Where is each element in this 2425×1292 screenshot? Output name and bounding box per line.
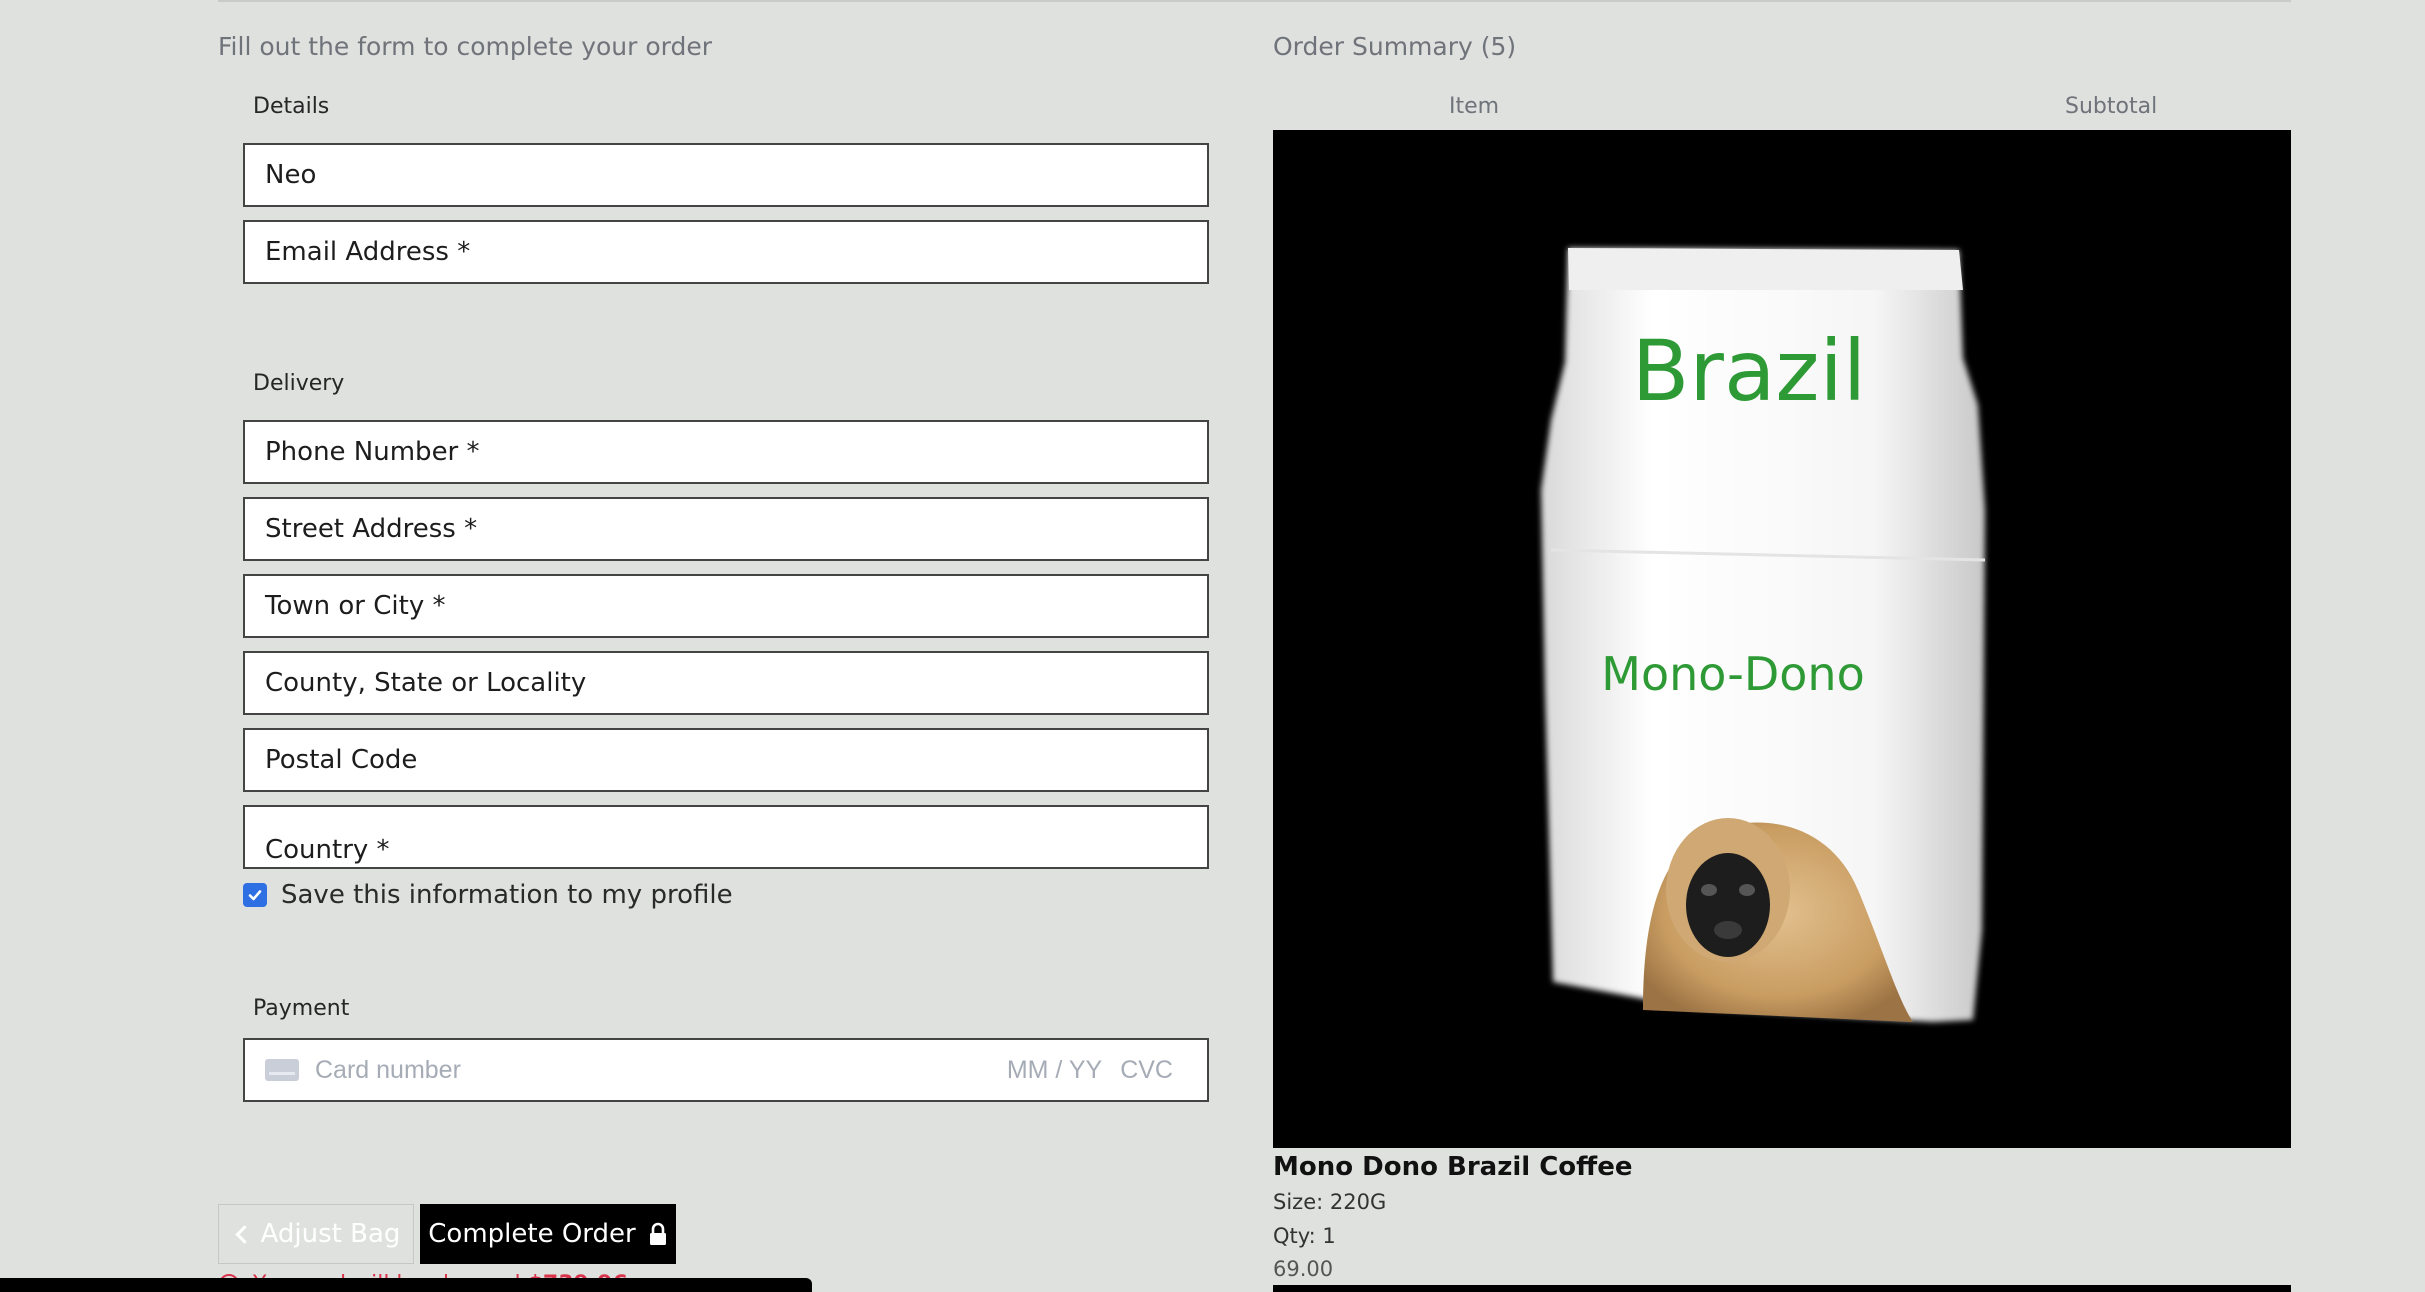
card-expiry-placeholder: MM / YY: [1006, 1055, 1103, 1084]
adjust-bag-label: Adjust Bag: [260, 1219, 401, 1249]
card-cvc-placeholder: CVC: [1120, 1055, 1173, 1084]
card-input[interactable]: Card number MM / YY CVC: [243, 1038, 1209, 1102]
product-name[interactable]: Mono Dono Brazil Coffee: [1273, 1152, 1633, 1182]
phone-input[interactable]: Phone Number *: [243, 420, 1209, 484]
save-info-checkbox[interactable]: [243, 883, 267, 907]
card-number-placeholder: Card number: [315, 1055, 461, 1084]
top-divider: [218, 0, 2291, 2]
order-summary-title: Order Summary (5): [1273, 32, 1517, 61]
email-input[interactable]: Email Address *: [243, 220, 1209, 284]
product-price: 69.00: [1273, 1257, 1334, 1281]
lock-icon: [649, 1222, 666, 1245]
country-select[interactable]: Country *: [243, 805, 1209, 869]
summary-bottom-divider: [1273, 1285, 2291, 1292]
bottom-toolbar: [0, 1278, 812, 1292]
complete-order-button[interactable]: Complete Order: [420, 1204, 676, 1264]
postal-code-input[interactable]: Postal Code: [243, 728, 1209, 792]
payment-label: Payment: [253, 996, 350, 1021]
save-info-row[interactable]: Save this information to my profile: [243, 880, 733, 910]
card-icon: [265, 1059, 299, 1081]
street-address-input[interactable]: Street Address *: [243, 497, 1209, 561]
bag-brand-text: Mono-Dono: [1601, 647, 1864, 701]
coffee-bag-illustration: Brazil Mono-Dono: [1541, 248, 1986, 1022]
complete-order-label: Complete Order: [428, 1219, 636, 1249]
delivery-label: Delivery: [253, 371, 345, 396]
product-image[interactable]: Brazil Mono-Dono: [1273, 130, 2291, 1148]
checkout-page: Fill out the form to complete your order…: [0, 0, 2425, 1292]
adjust-bag-button[interactable]: Adjust Bag: [218, 1204, 414, 1264]
product-size: Size: 220G: [1273, 1190, 1387, 1214]
details-label: Details: [253, 94, 330, 119]
bag-origin-text: Brazil: [1632, 322, 1866, 420]
county-input[interactable]: County, State or Locality: [243, 651, 1209, 715]
item-column-header: Item: [1449, 94, 1500, 119]
check-icon: [248, 890, 262, 901]
town-city-input[interactable]: Town or City *: [243, 574, 1209, 638]
save-info-label: Save this information to my profile: [281, 880, 733, 910]
subtotal-column-header: Subtotal: [2065, 94, 2158, 119]
chevron-left-icon: [234, 1224, 254, 1244]
form-intro: Fill out the form to complete your order: [218, 32, 713, 61]
full-name-input[interactable]: Neo: [243, 143, 1209, 207]
product-qty: Qty: 1: [1273, 1224, 1336, 1248]
